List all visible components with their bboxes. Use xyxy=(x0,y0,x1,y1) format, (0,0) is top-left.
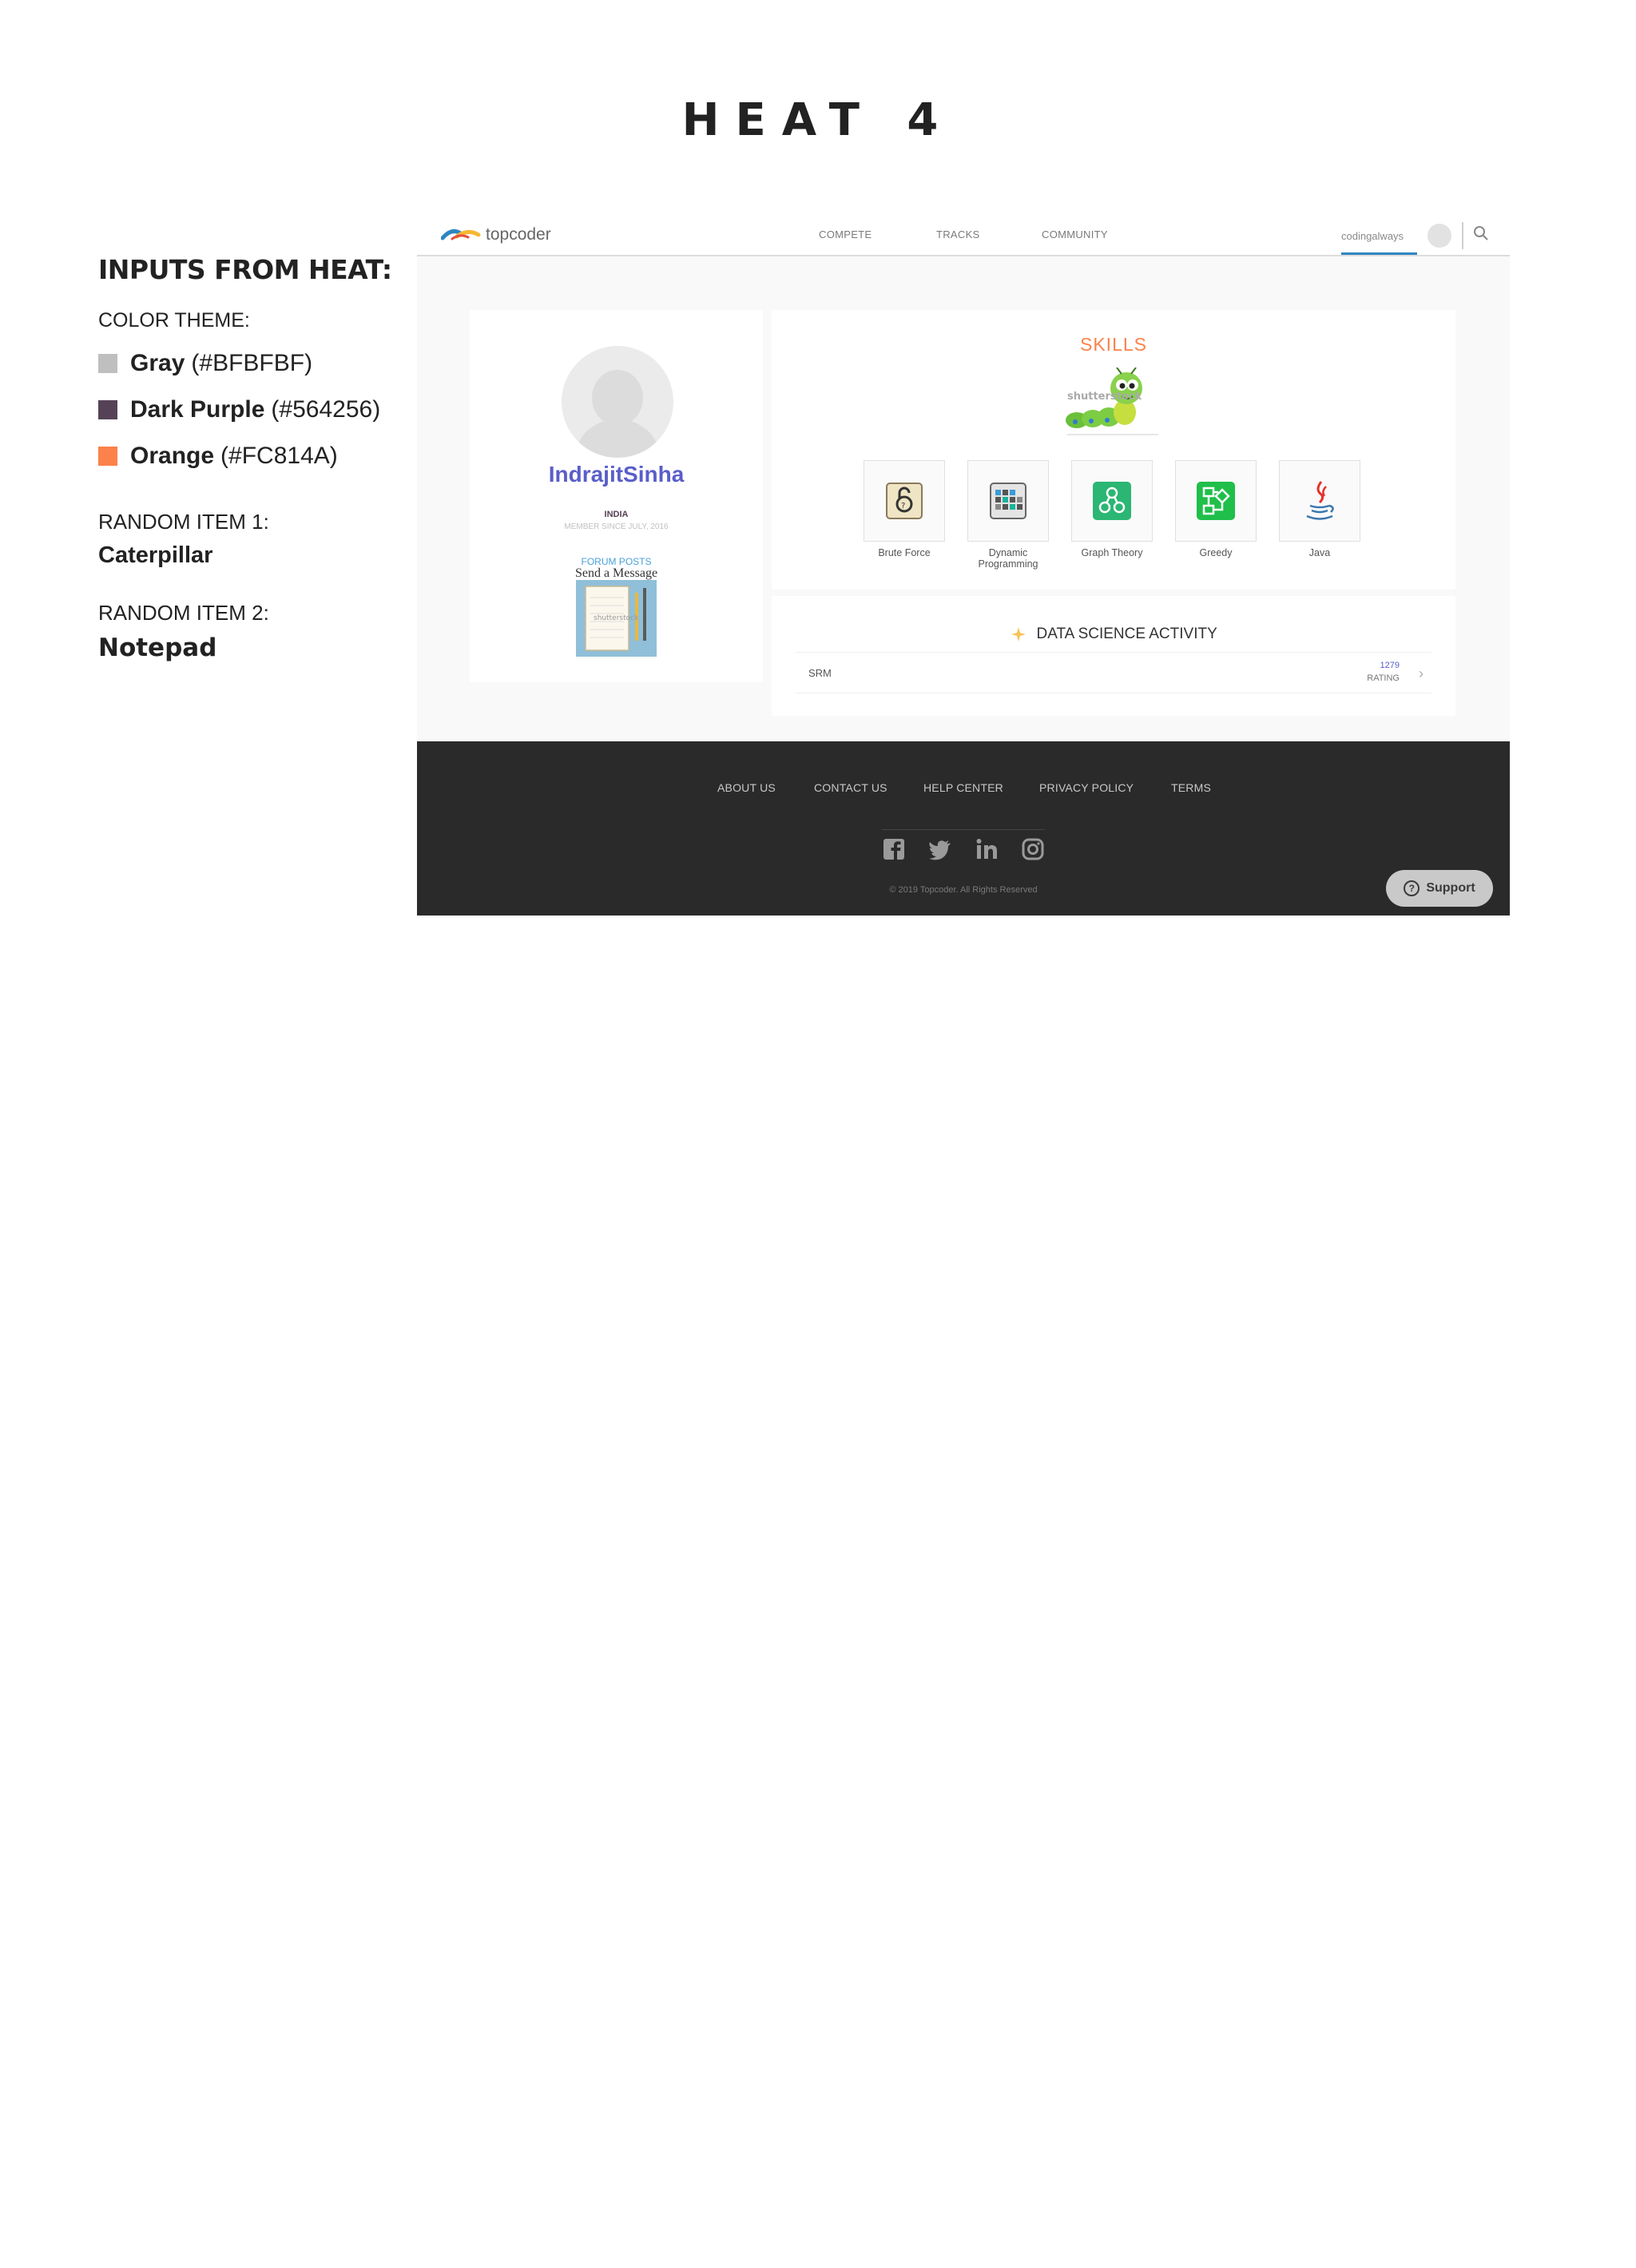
skill-icon-box: ? xyxy=(864,460,945,542)
color-name: Orange xyxy=(130,443,215,469)
forum-posts-link[interactable]: FORUM POSTS xyxy=(470,556,763,567)
footer-help-center[interactable]: HELP CENTER xyxy=(923,781,1003,794)
inputs-panel: INPUTS FROM HEAT: COLOR THEME: Gray (#BF… xyxy=(98,254,418,662)
user-avatar[interactable] xyxy=(1428,224,1451,248)
skill-label: Dynamic Programming xyxy=(978,547,1038,570)
active-underline xyxy=(1341,252,1417,255)
skill-icon-box xyxy=(1175,460,1257,542)
grid-icon xyxy=(990,483,1026,519)
support-button[interactable]: ? Support xyxy=(1386,870,1493,907)
top-navbar: topcoder COMPETE TRACKS COMMUNITY coding… xyxy=(417,214,1510,256)
footer-divider xyxy=(882,829,1045,830)
logo-text: topcoder xyxy=(486,225,551,244)
footer-about-us[interactable]: ABOUT US xyxy=(717,781,776,794)
profile-avatar xyxy=(562,346,673,458)
skills-card: SKILLS shutterstock ? Brute Force Dynami… xyxy=(772,310,1455,590)
copyright: © 2019 Topcoder. All Rights Reserved xyxy=(889,885,1038,895)
footer-contact-us[interactable]: CONTACT US xyxy=(814,781,887,794)
skill-icon-box xyxy=(1071,460,1153,542)
srm-rating-label: RATING xyxy=(1367,673,1400,683)
skill-brute-force[interactable]: ? Brute Force xyxy=(864,460,945,558)
profile-handle: IndrajitSinha xyxy=(548,462,685,487)
profile-card: IndrajitSinha INDIA MEMBER SINCE JULY, 2… xyxy=(470,310,763,682)
data-science-card: DATA SCIENCE ACTIVITY SRM 1279 RATING › xyxy=(772,596,1455,716)
search-icon[interactable] xyxy=(1473,225,1489,241)
avatar-body xyxy=(576,419,659,458)
color-gray: Gray (#BFBFBF) xyxy=(98,348,418,379)
facebook-icon[interactable] xyxy=(882,837,906,861)
data-science-icon xyxy=(1011,627,1026,641)
footer: ABOUT US CONTACT US HELP CENTER PRIVACY … xyxy=(417,741,1510,916)
skill-dynamic-programming[interactable]: Dynamic Programming xyxy=(967,460,1049,570)
srm-label: SRM xyxy=(808,667,832,679)
topcoder-logo[interactable]: topcoder xyxy=(441,225,551,244)
inputs-heading: INPUTS FROM HEAT: xyxy=(98,254,392,285)
question-icon: ? xyxy=(1404,880,1420,896)
color-code: (#FC814A) xyxy=(220,443,338,469)
skill-label: Java xyxy=(1308,547,1331,558)
graph-icon xyxy=(1093,482,1131,520)
heat-title: HEAT 4 xyxy=(681,94,955,146)
chevron-right-icon[interactable]: › xyxy=(1419,665,1424,682)
nav-tracks[interactable]: TRACKS xyxy=(936,228,980,240)
profile-country: INDIA xyxy=(604,510,629,519)
svg-text:?: ? xyxy=(901,502,905,510)
footer-terms[interactable]: TERMS xyxy=(1171,781,1211,794)
topcoder-profile-screenshot: topcoder COMPETE TRACKS COMMUNITY coding… xyxy=(417,214,1510,916)
send-message-link[interactable]: Send a Message xyxy=(470,566,763,581)
topcoder-logo-icon xyxy=(441,228,481,240)
nav-compete[interactable]: COMPETE xyxy=(819,228,872,240)
notepad-illustration: shutterstock xyxy=(585,586,646,651)
flow-icon xyxy=(1197,482,1235,520)
ds-title-row: DATA SCIENCE ACTIVITY xyxy=(772,626,1455,643)
color-code: (#564256) xyxy=(271,396,381,423)
random-item-2: Notepad xyxy=(98,634,217,662)
orange-swatch xyxy=(98,447,117,466)
avatar-head xyxy=(592,370,643,426)
lock-icon: ? xyxy=(886,483,923,519)
notepad-watermark: shutterstock xyxy=(594,614,639,622)
random-item-1-label: RANDOM ITEM 1: xyxy=(98,510,269,534)
java-icon xyxy=(1306,481,1334,520)
twitter-icon[interactable] xyxy=(928,837,952,861)
instagram-icon[interactable] xyxy=(1021,837,1045,861)
color-orange: Orange (#FC814A) xyxy=(98,441,418,471)
random-item-2-label: RANDOM ITEM 2: xyxy=(98,601,269,625)
linkedin-icon[interactable] xyxy=(975,837,999,861)
skill-graph-theory[interactable]: Graph Theory xyxy=(1071,460,1153,558)
srm-rating-value: 1279 xyxy=(1380,661,1400,670)
support-label: Support xyxy=(1426,881,1475,895)
color-name: Gray xyxy=(130,350,185,376)
nav-username[interactable]: codingalways xyxy=(1341,230,1404,242)
skill-label: Greedy xyxy=(1199,547,1233,558)
notepad-image: shutterstock xyxy=(576,580,657,657)
skill-java[interactable]: Java xyxy=(1279,460,1360,558)
color-code: (#BFBFBF) xyxy=(191,350,313,376)
color-name: Dark Purple xyxy=(130,396,265,423)
skill-icon-box xyxy=(967,460,1049,542)
color-theme-label: COLOR THEME: xyxy=(98,309,250,332)
nav-community[interactable]: COMMUNITY xyxy=(1042,228,1108,240)
dark-purple-swatch xyxy=(98,400,117,419)
ds-title: DATA SCIENCE ACTIVITY xyxy=(1036,626,1217,643)
member-since: MEMBER SINCE JULY, 2016 xyxy=(564,522,669,531)
skill-label: Graph Theory xyxy=(1081,547,1143,558)
skill-icon-box xyxy=(1279,460,1360,542)
srm-row[interactable]: SRM 1279 RATING › xyxy=(796,652,1432,693)
random-item-1: Caterpillar xyxy=(98,542,213,568)
skill-greedy[interactable]: Greedy xyxy=(1175,460,1257,558)
gray-swatch xyxy=(98,354,117,373)
footer-privacy-policy[interactable]: PRIVACY POLICY xyxy=(1039,781,1134,794)
color-dark-purple: Dark Purple (#564256) xyxy=(98,395,418,425)
caterpillar-watermark: shutterstock xyxy=(1067,391,1142,403)
skill-label: Brute Force xyxy=(878,547,931,558)
nav-divider xyxy=(1462,222,1463,249)
caterpillar-image: shutterstock xyxy=(1066,367,1158,435)
skills-title: SKILLS xyxy=(1080,334,1147,355)
